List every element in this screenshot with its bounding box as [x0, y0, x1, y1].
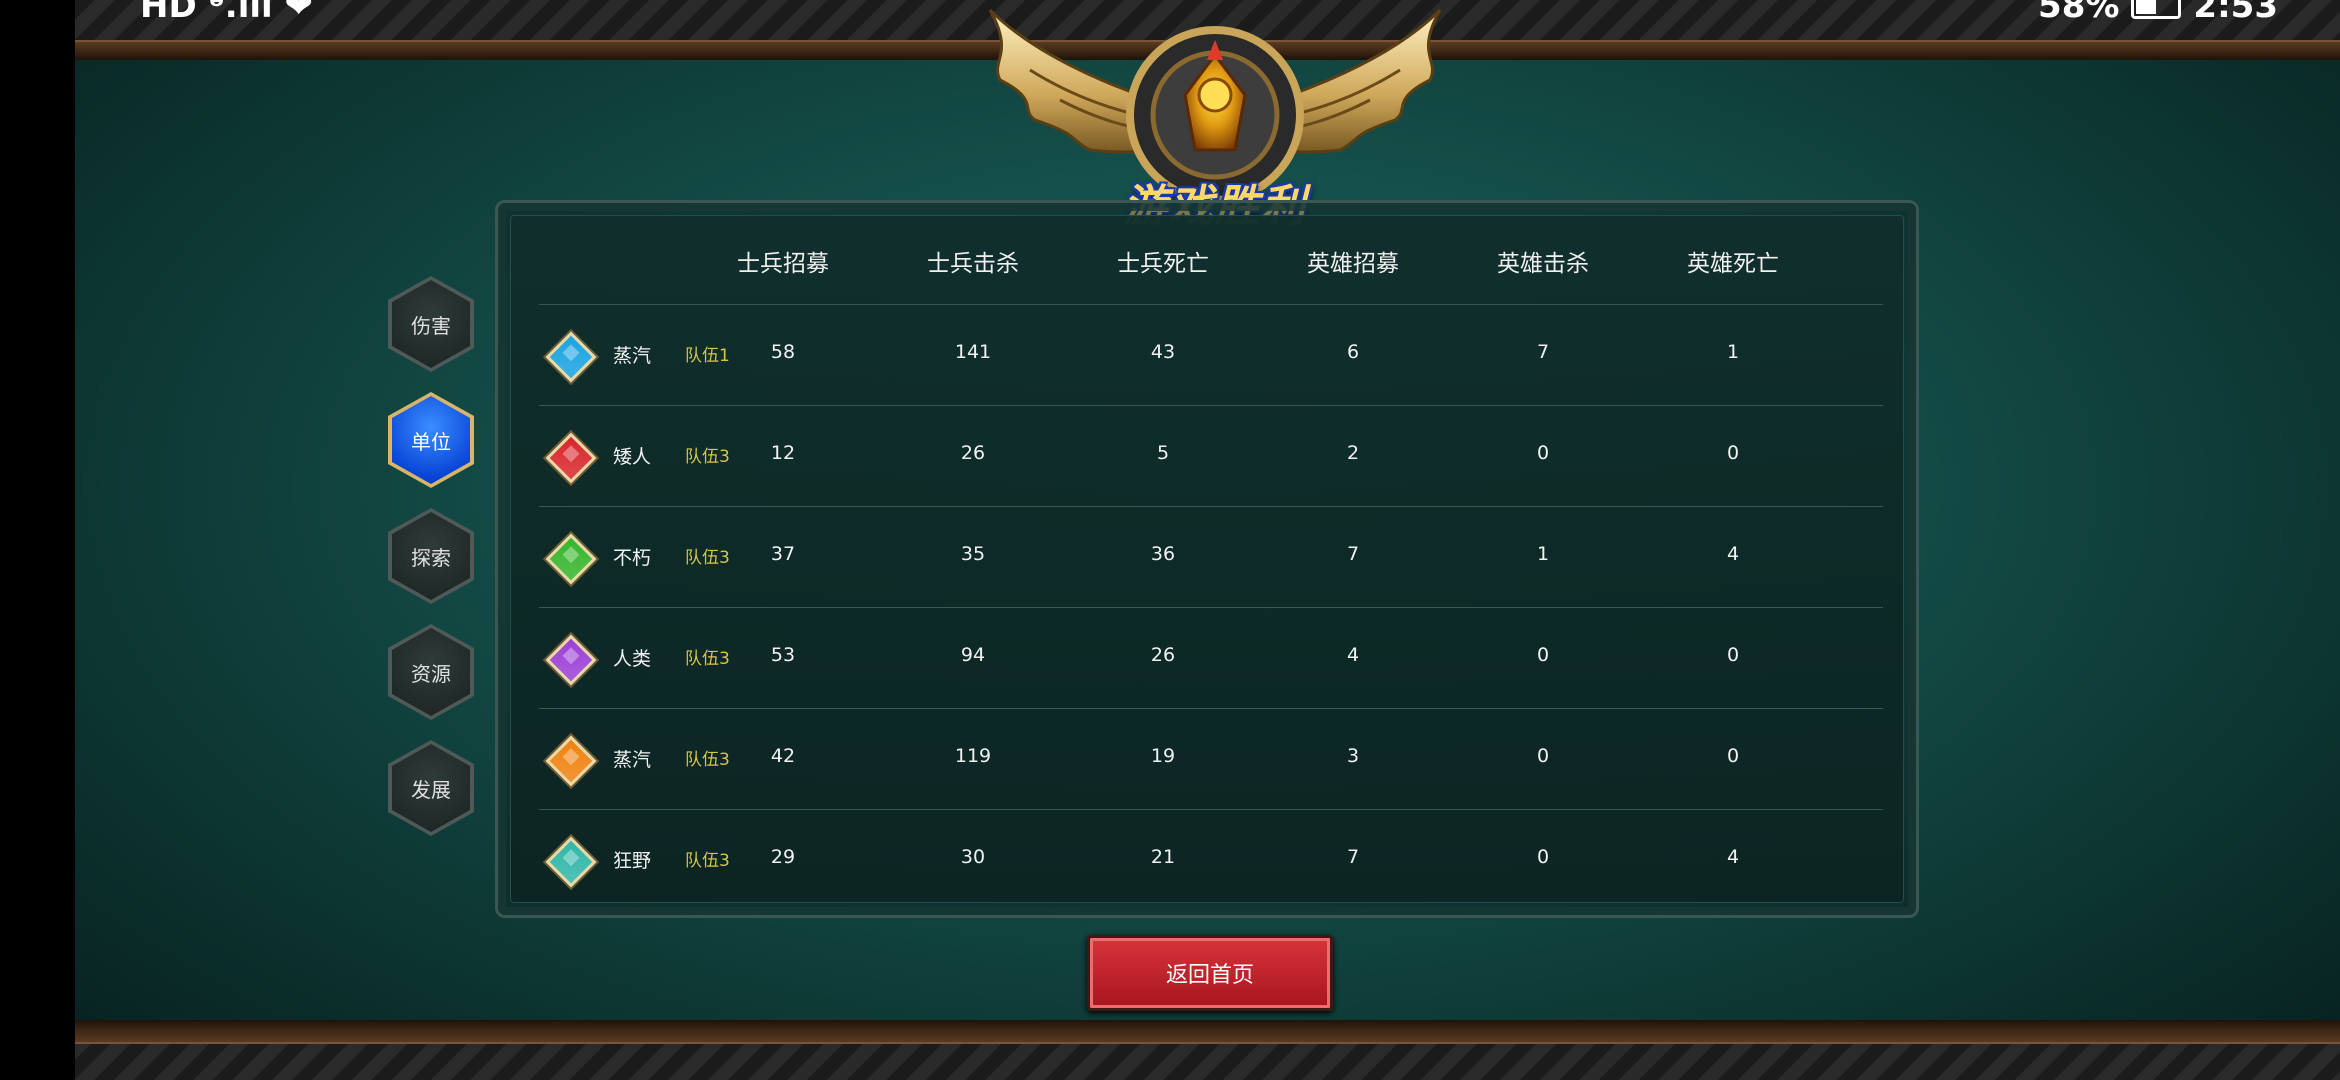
tab-explore-label: 探索: [392, 512, 470, 600]
cell-hero-deaths: 0: [1726, 644, 1740, 666]
race-name: 蒸汽: [613, 749, 652, 771]
cell-hero-kills: 1: [1536, 543, 1550, 565]
cell-soldier-deaths: 26: [1150, 644, 1176, 666]
table-row: 不朽 队伍3 37 35 36 7 1 4: [539, 506, 1883, 607]
cell-hero-deaths: 0: [1726, 745, 1740, 767]
battery-percent: 58%: [2038, 0, 2120, 26]
cell-soldier-deaths: 36: [1150, 543, 1176, 565]
race-name: 矮人: [613, 446, 652, 468]
cell-hero-deaths: 4: [1726, 846, 1740, 868]
gem-icon: [545, 432, 597, 484]
race-name: 人类: [613, 648, 652, 670]
table-row: 蒸汽 队伍3 42 119 19 3 0 0: [539, 708, 1883, 809]
status-signal-icons: HD ᵊ.ıll ❤: [140, 0, 314, 26]
cell-hero-recruit: 4: [1346, 644, 1360, 666]
cell-soldier-deaths: 19: [1150, 745, 1176, 767]
cell-hero-recruit: 7: [1346, 846, 1360, 868]
tab-development[interactable]: 发展: [388, 740, 474, 836]
tab-units-label: 单位: [392, 396, 470, 484]
cell-soldier-deaths: 5: [1156, 442, 1170, 464]
gem-icon: [545, 735, 597, 787]
cell-soldier-recruit: 29: [770, 846, 796, 868]
cell-hero-deaths: 0: [1726, 442, 1740, 464]
header-hero-recruit: 英雄招募: [1307, 251, 1399, 277]
gem-icon: [545, 533, 597, 585]
tab-resources-label: 资源: [392, 628, 470, 716]
cell-soldier-kills: 30: [960, 846, 986, 868]
cell-hero-deaths: 4: [1726, 543, 1740, 565]
clock: 2:53: [2193, 0, 2278, 26]
status-right: 58% 2:53: [2038, 0, 2278, 26]
race-name: 不朽: [613, 547, 652, 569]
cell-soldier-recruit: 53: [770, 644, 796, 666]
tab-units[interactable]: 单位: [388, 392, 474, 488]
battery-icon: [2131, 0, 2182, 19]
tab-damage-label: 伤害: [392, 280, 470, 368]
cell-hero-kills: 7: [1536, 341, 1550, 363]
header-hero-deaths: 英雄死亡: [1687, 251, 1779, 277]
cell-hero-recruit: 3: [1346, 745, 1360, 767]
cell-soldier-recruit: 12: [770, 442, 796, 464]
gem-icon: [545, 634, 597, 686]
table-row: 人类 队伍3 53 94 26 4 0 0: [539, 607, 1883, 708]
cell-hero-kills: 0: [1536, 644, 1550, 666]
cell-soldier-recruit: 42: [770, 745, 796, 767]
cell-hero-recruit: 7: [1346, 543, 1360, 565]
cell-hero-recruit: 6: [1346, 341, 1360, 363]
table-row: 蒸汽 队伍1 58 141 43 6 7 1: [539, 304, 1883, 405]
gem-icon: [545, 836, 597, 888]
table-row: 狂野 队伍3 29 30 21 7 0 4: [539, 809, 1883, 910]
cell-soldier-kills: 141: [954, 341, 992, 363]
header-hero-kills: 英雄击杀: [1497, 251, 1589, 277]
header-soldier-deaths: 士兵死亡: [1117, 251, 1209, 277]
race-name: 狂野: [613, 850, 652, 872]
cell-soldier-kills: 35: [960, 543, 986, 565]
cell-soldier-recruit: 58: [770, 341, 796, 363]
cell-soldier-deaths: 21: [1150, 846, 1176, 868]
cell-hero-recruit: 2: [1346, 442, 1360, 464]
cell-hero-kills: 0: [1536, 846, 1550, 868]
cell-hero-kills: 0: [1536, 745, 1550, 767]
tab-explore[interactable]: 探索: [388, 508, 474, 604]
cell-soldier-kills: 94: [960, 644, 986, 666]
gem-icon: [545, 331, 597, 383]
race-name: 蒸汽: [613, 345, 652, 367]
table-row: 矮人 队伍3 12 26 5 2 0 0: [539, 405, 1883, 506]
stats-table: 士兵招募 士兵击杀 士兵死亡 英雄招募 英雄击杀 英雄死亡 蒸汽 队伍1 58 …: [510, 215, 1904, 903]
cell-soldier-kills: 119: [954, 745, 992, 767]
table-header: 士兵招募 士兵击杀 士兵死亡 英雄招募 英雄击杀 英雄死亡: [511, 244, 1903, 284]
tab-development-label: 发展: [392, 744, 470, 832]
stats-panel: 士兵招募 士兵击杀 士兵死亡 英雄招募 英雄击杀 英雄死亡 蒸汽 队伍1 58 …: [495, 200, 1919, 918]
cell-soldier-recruit: 37: [770, 543, 796, 565]
game-area: 游戏胜利 伤害 单位 探索 资源 发展 士兵招募 士兵击杀 士兵死亡 英雄招募 …: [75, 0, 2340, 1080]
cell-hero-deaths: 1: [1726, 341, 1740, 363]
return-home-button[interactable]: 返回首页: [1087, 935, 1333, 1011]
header-soldier-kills: 士兵击杀: [927, 251, 1019, 277]
cell-soldier-deaths: 43: [1150, 341, 1176, 363]
cell-soldier-kills: 26: [960, 442, 986, 464]
header-soldier-recruit: 士兵招募: [737, 251, 829, 277]
cell-hero-kills: 0: [1536, 442, 1550, 464]
tab-damage[interactable]: 伤害: [388, 276, 474, 372]
bottom-frame: [75, 1020, 2340, 1080]
tab-resources[interactable]: 资源: [388, 624, 474, 720]
